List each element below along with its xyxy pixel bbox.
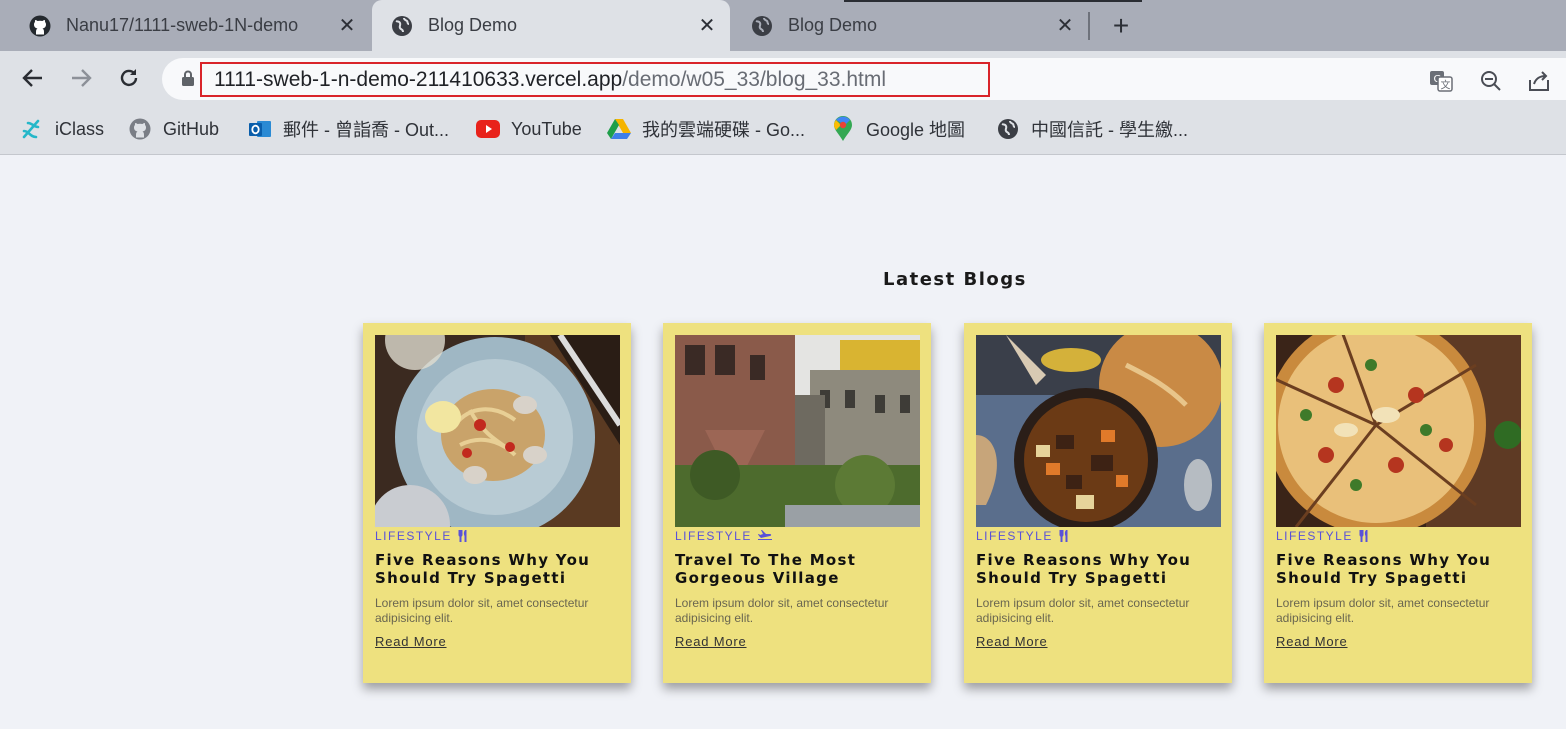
outlook-icon [248,117,272,141]
card-title: Five Reasons Why You Should Try Spagetti [375,551,591,587]
tab-title: Nanu17/1111-sweb-1N-demo [66,15,299,35]
google-maps-icon [831,116,855,141]
category-label: LIFESTYLE [1276,529,1353,543]
arrow-right-icon [72,69,92,87]
github-icon [128,117,152,141]
bookmark-iclass[interactable]: iClass [20,115,104,143]
tab-loading-indicator [844,0,1142,2]
blog-card: LIFESTYLE Five Reasons Why You Should Tr… [964,323,1232,683]
bookmark-label: GitHub [163,118,220,139]
card-category: LIFESTYLE [675,529,773,543]
reload-button[interactable] [114,63,144,93]
card-title: Travel To The Most Gorgeous Village [675,551,857,587]
bookmark-label: Google 地圖 [866,120,966,140]
youtube-icon [476,117,500,141]
card-category: LIFESTYLE [1276,529,1370,543]
globe-icon [390,14,414,38]
blog-card: LIFESTYLE Five Reasons Why You Should Tr… [363,323,631,683]
svg-text:文: 文 [1441,79,1451,92]
google-drive-icon [607,117,631,141]
category-label: LIFESTYLE [375,529,452,543]
bookmark-github[interactable]: GitHub [128,115,219,143]
utensils-icon [1359,530,1368,542]
read-more-link[interactable]: Read More [976,634,1048,649]
share-icon[interactable] [1526,68,1552,94]
category-label: LIFESTYLE [976,529,1053,543]
new-tab-button[interactable]: + [1105,10,1137,42]
browser-toolbar: 1111-sweb-1-n-demo-211410633.vercel.app /… [0,51,1566,105]
read-more-link[interactable]: Read More [375,634,447,649]
blog-image-pizza [1276,335,1521,527]
arrow-left-icon [22,69,42,87]
bookmark-outlook[interactable]: 郵件 - 曾詣喬 - Out... [248,115,449,143]
close-tab-icon[interactable]: ✕ [336,14,358,37]
tab-strip: Nanu17/1111-sweb-1N-demo ✕ Blog Demo ✕ B… [0,0,1566,51]
zoom-icon[interactable] [1478,68,1504,94]
lock-icon [182,70,194,86]
back-button[interactable] [18,63,48,93]
blog-image-spaghetti [375,335,620,527]
tab-title: Blog Demo [788,15,878,35]
blog-card: LIFESTYLE Travel To The Most Gorgeous Vi… [663,323,931,683]
bookmark-label: YouTube [511,118,582,139]
iclass-icon [20,117,44,141]
blog-image-village [675,335,920,527]
close-tab-icon[interactable]: ✕ [1054,14,1076,37]
tab-divider [1088,12,1090,40]
read-more-link[interactable]: Read More [1276,634,1348,649]
reload-icon [120,69,138,87]
bookmark-google-drive[interactable]: 我的雲端硬碟 - Go... [607,115,805,143]
forward-button[interactable] [66,63,96,93]
blog-card: LIFESTYLE Five Reasons Why You Should Tr… [1264,323,1532,683]
read-more-link[interactable]: Read More [675,634,747,649]
utensils-icon [1059,530,1068,542]
bookmark-ctbc[interactable]: 中國信託 - 學生繳... [996,115,1188,143]
url-field[interactable]: 1111-sweb-1-n-demo-211410633.vercel.app /… [200,62,990,97]
tab-blog-demo[interactable]: Blog Demo ✕ [732,0,1088,51]
card-category: LIFESTYLE [976,529,1070,543]
url-host: 1111-sweb-1-n-demo-211410633.vercel.app [214,67,623,91]
translate-icon[interactable]: G文 [1428,68,1454,94]
card-description: Lorem ipsum dolor sit, amet consectetur … [976,596,1190,625]
tab-title: Blog Demo [428,15,518,35]
section-title: Latest Blogs [883,269,1027,290]
card-description: Lorem ipsum dolor sit, amet consectetur … [1276,596,1490,625]
globe-icon [996,117,1020,141]
address-bar[interactable]: 1111-sweb-1-n-demo-211410633.vercel.app /… [162,58,1566,100]
bookmark-google-maps[interactable]: Google 地圖 [831,115,965,143]
card-description: Lorem ipsum dolor sit, amet consectetur … [675,596,889,625]
globe-icon [750,14,774,38]
bookmark-youtube[interactable]: YouTube [476,115,582,143]
bookmark-label: 我的雲端硬碟 - Go... [642,120,806,140]
tab-blog-demo-active[interactable]: Blog Demo ✕ [372,0,730,51]
category-label: LIFESTYLE [675,529,752,543]
page-content: Latest Blogs LIFESTYLE Five Reasons Why … [0,156,1566,729]
bookmark-label: 郵件 - 曾詣喬 - Out... [283,120,450,140]
card-description: Lorem ipsum dolor sit, amet consectetur … [375,596,589,625]
close-tab-icon[interactable]: ✕ [696,14,718,37]
utensils-icon [458,530,467,542]
bookmark-label: iClass [55,118,105,139]
blog-image-stew [976,335,1221,527]
bookmark-label: 中國信託 - 學生繳... [1031,120,1188,140]
card-title: Five Reasons Why You Should Try Spagetti [976,551,1192,587]
bookmarks-bar: iClass GitHub 郵件 - 曾詣喬 - Out... YouTube … [0,105,1566,155]
card-category: LIFESTYLE [375,529,469,543]
tab-github-repo[interactable]: Nanu17/1111-sweb-1N-demo ✕ [10,0,370,51]
card-title: Five Reasons Why You Should Try Spagetti [1276,551,1492,587]
plane-icon [757,530,772,540]
github-icon [28,14,52,38]
url-path: /demo/w05_33/blog_33.html [622,67,887,91]
